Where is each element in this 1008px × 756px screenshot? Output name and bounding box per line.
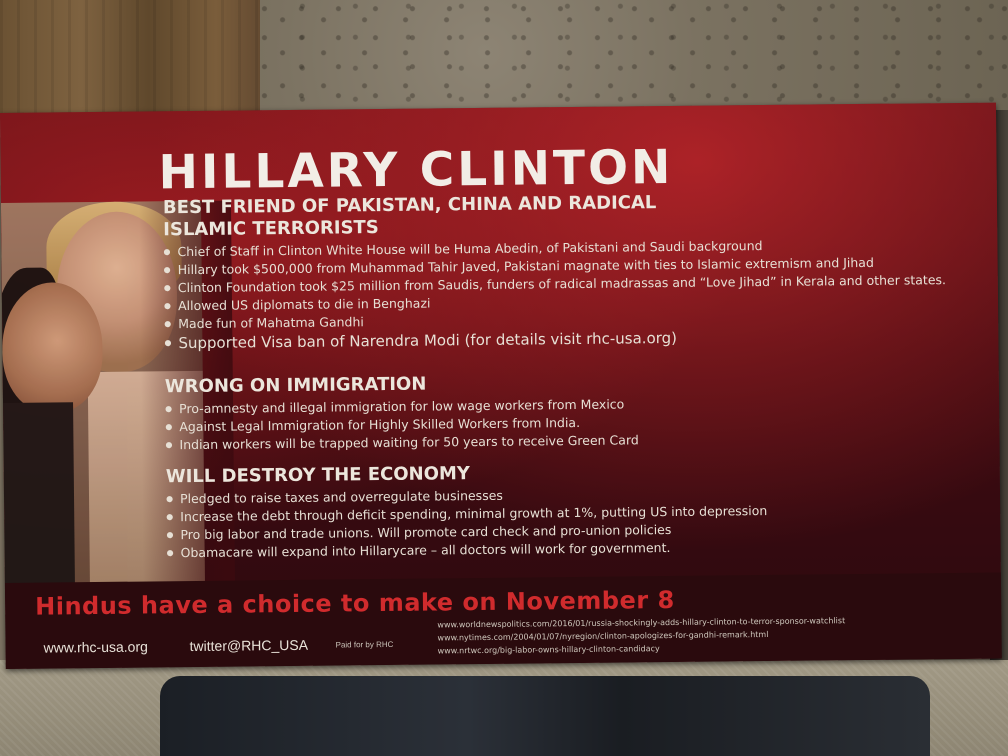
section-pakistan-china: BEST FRIEND OF PAKISTAN, CHINA AND RADIC… <box>163 189 947 353</box>
bullet-list: Pledged to raise taxes and overregulate … <box>166 484 768 562</box>
section-heading: BEST FRIEND OF PAKISTAN, CHINA AND RADIC… <box>162 192 657 241</box>
website-link: www.rhc-usa.org <box>43 638 148 656</box>
section-economy: WILL DESTROY THE ECONOMY Pledged to rais… <box>166 460 768 562</box>
wood-surface <box>0 0 270 120</box>
bullet-list: Chief of Staff in Clinton White House wi… <box>163 235 946 353</box>
flyer-title: HILLARY CLINTON <box>158 139 674 201</box>
paid-by-note: Paid for by RHC <box>335 639 394 650</box>
jeans <box>160 676 930 756</box>
bullet-item: Indian workers will be trapped waiting f… <box>165 431 638 454</box>
twitter-handle: twitter@RHC_USA <box>189 636 309 655</box>
source-links: www.worldnewspolitics.com/2016/01/russia… <box>437 614 845 657</box>
section-heading: WRONG ON IMMIGRATION <box>164 373 427 398</box>
bullet-list: Pro-amnesty and illegal immigration for … <box>165 395 639 454</box>
section-immigration: WRONG ON IMMIGRATION Pro-amnesty and ill… <box>165 371 639 454</box>
campaign-flyer: HILLARY CLINTON BEST FRIEND OF PAKISTAN,… <box>0 102 1002 669</box>
